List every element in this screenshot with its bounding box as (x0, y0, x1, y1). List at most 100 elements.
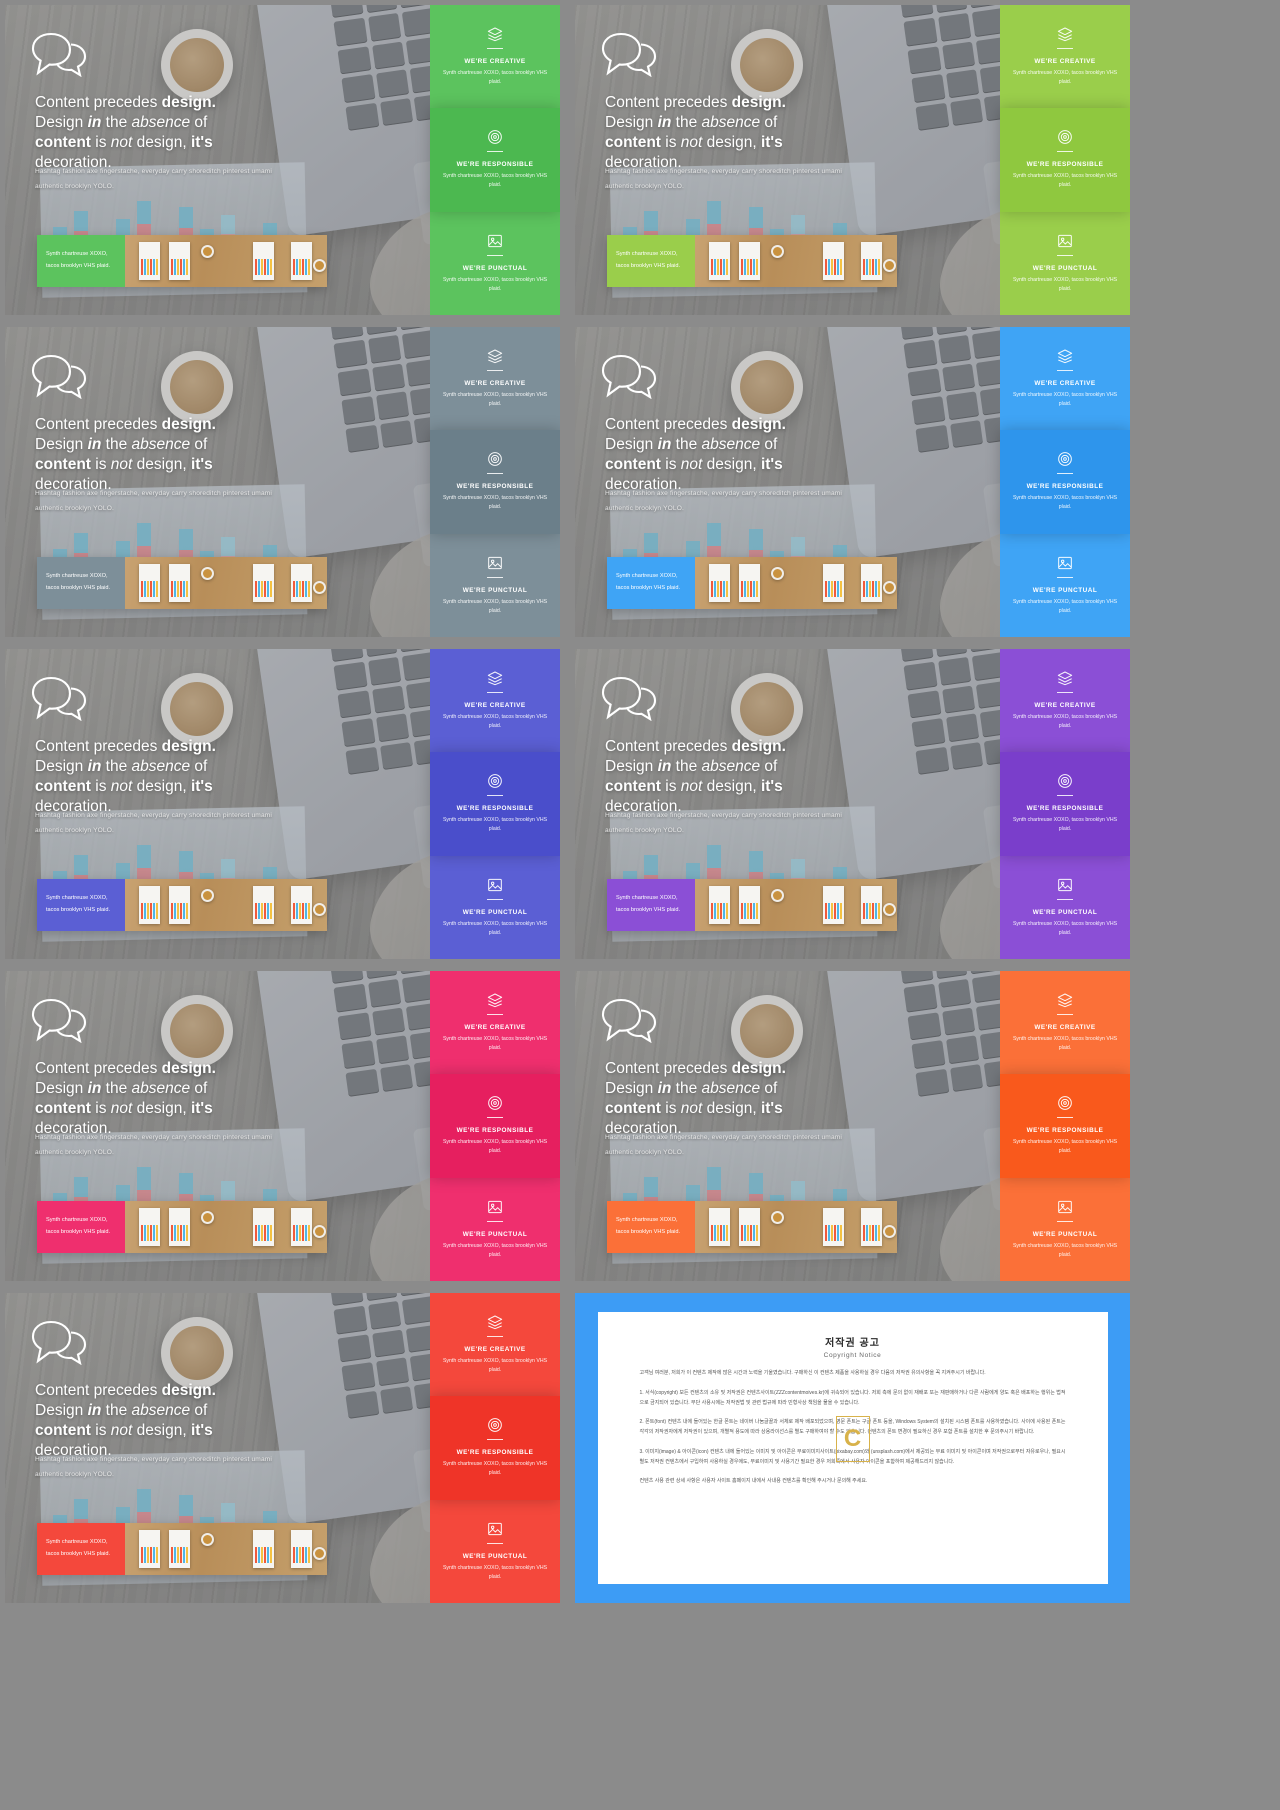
headline-line-2-e: of (760, 1080, 778, 1098)
filmstrip-caption-line-1: Synth chartreuse XOXO, (616, 573, 678, 580)
headline-line-3-d: design, (132, 1422, 191, 1440)
feature-card-3[interactable]: WE'RE PUNCTUAL Synth chartreuse XOXO, tac… (430, 1177, 560, 1281)
feature-card-1[interactable]: WE'RE CREATIVE Synth chartreuse XOXO, tac… (1000, 649, 1130, 753)
headline-line-2-d: absence (701, 758, 761, 776)
headline-line-1-a: Content precedes (35, 416, 162, 433)
headline-line-3-d: design, (132, 1100, 191, 1118)
speech-bubbles-icon (601, 32, 657, 77)
feature-divider (487, 1014, 503, 1016)
feature-card-1[interactable]: WE'RE CREATIVE Synth chartreuse XOXO, tac… (430, 971, 560, 1075)
feature-column: WE'RE CREATIVE Synth chartreuse XOXO, tac… (1000, 327, 1130, 637)
filmstrip-banner: Synth chartreuse XOXO, tacos brooklyn VH… (607, 1201, 897, 1253)
feature-card-1[interactable]: WE'RE CREATIVE Synth chartreuse XOXO, tac… (430, 649, 560, 753)
copyright-notice-tile[interactable]: 저작권 공고 Copyright Notice C 고객님 여러분, 저희가 이 컨텐… (575, 1293, 1130, 1603)
feature-card-2[interactable]: WE'RE RESPONSIBLE Synth chartreuse XOXO, … (430, 108, 560, 212)
feature-card-1[interactable]: WE'RE CREATIVE Synth chartreuse XOXO, tac… (1000, 5, 1130, 109)
headline-line-3-d: design, (132, 456, 191, 474)
headline-line-3-e: it's (190, 134, 213, 152)
template-thumbnail-slate[interactable]: Content precedes design. Design in the a… (5, 327, 560, 637)
feature-card-2[interactable]: WE'RE RESPONSIBLE Synth chartreuse XOXO, … (430, 1396, 560, 1500)
feature-card-3[interactable]: WE'RE PUNCTUAL Synth chartreuse XOXO, tac… (430, 211, 560, 315)
headline-line-3-b: is (660, 778, 681, 796)
feature-card-3[interactable]: WE'RE PUNCTUAL Synth chartreuse XOXO, tac… (1000, 1177, 1130, 1281)
feature-card-1[interactable]: WE'RE CREATIVE Synth chartreuse XOXO, tac… (1000, 327, 1130, 431)
template-thumbnail-orange[interactable]: Content precedes design. Design in the a… (575, 971, 1130, 1281)
feature-description: Synth chartreuse XOXO, tacos brooklyn VH… (442, 1564, 548, 1580)
feature-title: WE'RE PUNCTUAL (1032, 908, 1098, 916)
filmstrip-photo (695, 1201, 897, 1253)
headline-text: Content precedes design. Design in the a… (35, 1059, 303, 1140)
template-thumbnail-purple[interactable]: Content precedes design. Design in the a… (575, 649, 1130, 959)
headline-line-2-b: in (87, 1080, 102, 1098)
feature-divider (1057, 576, 1073, 578)
template-thumbnail-green[interactable]: Content precedes design. Design in the a… (5, 5, 560, 315)
feature-column: WE'RE CREATIVE Synth chartreuse XOXO, tac… (1000, 5, 1130, 315)
feature-description: Synth chartreuse XOXO, tacos brooklyn VH… (442, 1242, 548, 1258)
feature-divider (487, 1336, 503, 1338)
feature-description: Synth chartreuse XOXO, tacos brooklyn VH… (442, 598, 548, 614)
subtitle-line-1: Hashtag fashion axe fingerstache, everyd… (605, 1134, 843, 1141)
filmstrip-caption: Synth chartreuse XOXO, tacos brooklyn VH… (37, 879, 125, 931)
feature-card-2[interactable]: WE'RE RESPONSIBLE Synth chartreuse XOXO, … (1000, 430, 1130, 534)
template-thumbnail-blue[interactable]: Content precedes design. Design in the a… (575, 327, 1130, 637)
feature-card-2[interactable]: WE'RE RESPONSIBLE Synth chartreuse XOXO, … (430, 752, 560, 856)
feature-column: WE'RE CREATIVE Synth chartreuse XOXO, tac… (430, 649, 560, 959)
headline-line-1-b: design. (161, 1060, 216, 1077)
headline-line-2-a: Design (605, 114, 658, 132)
template-thumbnail-indigo[interactable]: Content precedes design. Design in the a… (5, 649, 560, 959)
copyright-watermark: C (835, 1416, 870, 1462)
filmstrip-caption-line-2: tacos brooklyn VHS plaid. (616, 907, 681, 913)
feature-column: WE'RE CREATIVE Synth chartreuse XOXO, tac… (430, 1293, 560, 1603)
feature-card-1[interactable]: WE'RE CREATIVE Synth chartreuse XOXO, tac… (430, 327, 560, 431)
copyright-title-ko: 저작권 공고 (825, 1338, 880, 1349)
image-icon (1057, 1199, 1073, 1215)
feature-card-1[interactable]: WE'RE CREATIVE Synth chartreuse XOXO, tac… (430, 5, 560, 109)
feature-card-2[interactable]: WE'RE RESPONSIBLE Synth chartreuse XOXO, … (430, 430, 560, 534)
headline-line-2-a: Design (35, 1402, 88, 1420)
subtitle-line-2: authentic brooklyn YOLO. (605, 826, 684, 834)
template-thumbnail-red[interactable]: Content precedes design. Design in the a… (5, 1293, 560, 1603)
feature-card-2[interactable]: WE'RE RESPONSIBLE Synth chartreuse XOXO, … (1000, 752, 1130, 856)
copyright-title-en: Copyright Notice (823, 1352, 882, 1359)
feature-description: Synth chartreuse XOXO, tacos brooklyn VH… (442, 1036, 548, 1052)
headline-line-1-a: Content precedes (605, 738, 732, 755)
headline-line-2-d: absence (131, 114, 191, 132)
headline-line-3-a: content (605, 134, 661, 152)
feature-divider (487, 1439, 503, 1441)
feature-column: WE'RE CREATIVE Synth chartreuse XOXO, tac… (1000, 649, 1130, 959)
headline-line-2-b: in (657, 436, 672, 454)
headline-line-3-d: design, (132, 134, 191, 152)
layers-icon (1057, 26, 1073, 42)
feature-description: Synth chartreuse XOXO, tacos brooklyn VH… (442, 173, 548, 189)
feature-card-2[interactable]: WE'RE RESPONSIBLE Synth chartreuse XOXO, … (1000, 1074, 1130, 1178)
headline-line-2-e: of (760, 758, 778, 776)
feature-card-2[interactable]: WE'RE RESPONSIBLE Synth chartreuse XOXO, … (1000, 108, 1130, 212)
feature-card-1[interactable]: WE'RE CREATIVE Synth chartreuse XOXO, tac… (1000, 971, 1130, 1075)
target-icon (1057, 129, 1073, 145)
subtitle-line-1: Hashtag fashion axe fingerstache, everyd… (605, 490, 843, 497)
feature-card-3[interactable]: WE'RE PUNCTUAL Synth chartreuse XOXO, tac… (1000, 855, 1130, 959)
filmstrip-caption: Synth chartreuse XOXO, tacos brooklyn VH… (37, 1201, 125, 1253)
feature-title: WE'RE PUNCTUAL (462, 264, 528, 272)
headline-line-3-b: is (660, 1100, 681, 1118)
headline-line-2-b: in (87, 114, 102, 132)
template-thumbnail-lime[interactable]: Content precedes design. Design in the a… (575, 5, 1130, 315)
feature-divider (1057, 1117, 1073, 1119)
speech-bubbles-icon (31, 998, 87, 1043)
headline-text: Content precedes design. Design in the a… (35, 93, 303, 174)
feature-card-3[interactable]: WE'RE PUNCTUAL Synth chartreuse XOXO, tac… (430, 1499, 560, 1603)
headline-line-1-b: design. (731, 1060, 786, 1077)
template-thumbnail-pink[interactable]: Content precedes design. Design in the a… (5, 971, 560, 1281)
feature-card-2[interactable]: WE'RE RESPONSIBLE Synth chartreuse XOXO, … (430, 1074, 560, 1178)
feature-card-3[interactable]: WE'RE PUNCTUAL Synth chartreuse XOXO, tac… (1000, 533, 1130, 637)
feature-description: Synth chartreuse XOXO, tacos brooklyn VH… (442, 714, 548, 730)
filmstrip-caption-line-1: Synth chartreuse XOXO, (46, 251, 108, 258)
target-icon (1057, 773, 1073, 789)
feature-card-1[interactable]: WE'RE CREATIVE Synth chartreuse XOXO, tac… (430, 1293, 560, 1397)
feature-card-3[interactable]: WE'RE PUNCTUAL Synth chartreuse XOXO, tac… (1000, 211, 1130, 315)
headline-line-3-a: content (605, 456, 661, 474)
feature-card-3[interactable]: WE'RE PUNCTUAL Synth chartreuse XOXO, tac… (430, 533, 560, 637)
subtitle-text: Hashtag fashion axe fingerstache, everyd… (605, 1131, 881, 1161)
headline-line-3-d: design, (132, 778, 191, 796)
feature-card-3[interactable]: WE'RE PUNCTUAL Synth chartreuse XOXO, tac… (430, 855, 560, 959)
